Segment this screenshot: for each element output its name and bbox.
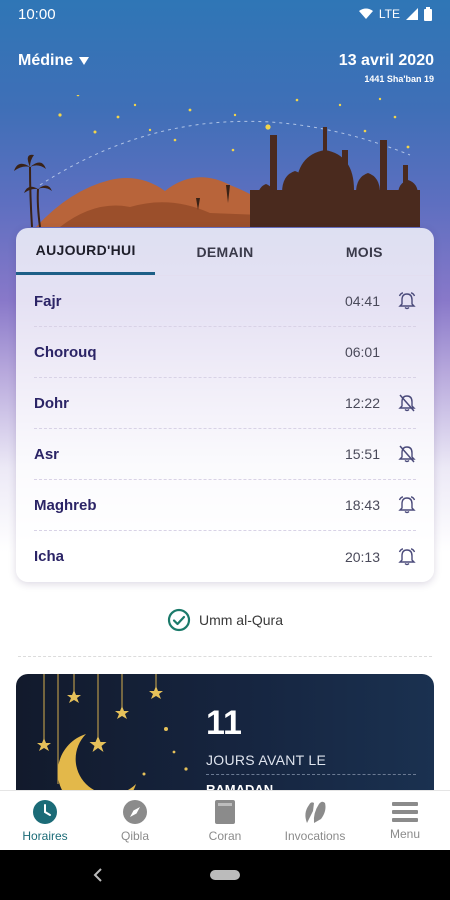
alarm-none xyxy=(398,343,416,361)
prayer-time: 04:41 xyxy=(344,293,380,309)
prayer-time: 20:13 xyxy=(344,548,380,565)
alarm-on-icon[interactable] xyxy=(398,547,416,566)
ramadan-countdown-card[interactable]: 11 JOURS AVANT LE RAMADAN xyxy=(16,674,434,809)
battery-icon xyxy=(424,7,432,21)
tab-tomorrow[interactable]: DEMAIN xyxy=(155,228,294,275)
check-circle-icon xyxy=(167,608,191,632)
prayer-name: Chorouq xyxy=(34,343,97,361)
day-tabs: AUJOURD'HUI DEMAIN MOIS xyxy=(16,228,434,276)
tab-month[interactable]: MOIS xyxy=(295,228,434,275)
calculation-method-label: Umm al-Qura xyxy=(198,612,283,628)
compass-icon xyxy=(123,799,147,824)
days-count: 11 xyxy=(206,704,242,742)
prayer-times-card: AUJOURD'HUI DEMAIN MOIS Fajr 04:41 Chorouq… xyxy=(16,228,434,582)
days-before-label: JOURS AVANT LE xyxy=(206,752,327,768)
prayer-time: 15:51 xyxy=(344,446,380,462)
signal-icon xyxy=(406,8,418,20)
prayer-name: Maghreb xyxy=(34,496,97,514)
nav-label-coran: Coran xyxy=(208,828,242,843)
prayer-name: Asr xyxy=(34,445,60,463)
nav-qibla[interactable]: Qibla xyxy=(90,791,180,850)
book-icon xyxy=(215,799,235,824)
menu-icon xyxy=(392,801,418,822)
wifi-icon xyxy=(358,8,373,19)
gregorian-date: 13 avril 2020 xyxy=(338,52,434,69)
network-type: LTE xyxy=(378,7,400,21)
prayer-name: Fajr xyxy=(34,292,62,310)
alarm-off-icon[interactable] xyxy=(398,394,416,412)
prayer-row-fajr[interactable]: Fajr 04:41 xyxy=(34,276,416,327)
prayer-time: 12:22 xyxy=(344,395,380,411)
section-divider xyxy=(18,656,432,657)
back-icon[interactable] xyxy=(92,868,104,882)
nav-label-horaires: Horaires xyxy=(22,828,68,843)
hijri-date: 1441 Sha'ban 19 xyxy=(364,74,434,84)
nav-horaires[interactable]: Horaires xyxy=(0,791,90,850)
nav-label-invocations: Invocations xyxy=(284,828,346,843)
alarm-on-icon[interactable] xyxy=(398,496,416,514)
prayer-name: Icha xyxy=(34,548,65,565)
city-selector[interactable]: Médine xyxy=(18,52,90,70)
clock-icon xyxy=(33,799,57,824)
nav-coran[interactable]: Coran xyxy=(180,791,270,850)
status-time: 10:00 xyxy=(18,5,56,23)
calculation-method[interactable]: Umm al-Qura xyxy=(0,608,450,632)
prayer-list: Fajr 04:41 Chorouq 06:01 Dohr 12:22 Asr 15:51 Ma… xyxy=(16,276,434,582)
nav-menu[interactable]: Menu xyxy=(360,791,450,850)
prayer-row-dohr[interactable]: Dohr 12:22 xyxy=(34,378,416,429)
date-block: 13 avril 2020 1441 Sha'ban 19 xyxy=(339,52,434,84)
prayer-name: Dohr xyxy=(34,394,69,412)
nav-label-menu: Menu xyxy=(389,826,421,841)
caret-down-icon xyxy=(79,57,90,65)
prayer-time: 18:43 xyxy=(344,497,380,513)
crescent-moon-stars-illustration xyxy=(37,674,188,809)
promo-divider xyxy=(206,774,416,775)
home-pill[interactable] xyxy=(210,870,240,880)
prayer-row-chorouq[interactable]: Chorouq 06:01 xyxy=(34,327,416,378)
nav-invocations[interactable]: Invocations xyxy=(270,791,360,850)
bottom-navigation: Horaires Qibla Coran Invocations Menu xyxy=(0,790,450,850)
system-navigation-bar xyxy=(0,850,450,900)
status-bar: 10:00 LTE xyxy=(0,0,450,28)
prayer-row-maghreb[interactable]: Maghreb 18:43 xyxy=(34,480,416,531)
nav-label-qibla: Qibla xyxy=(120,828,149,843)
city-name: Médine xyxy=(18,52,74,69)
alarm-off-icon[interactable] xyxy=(398,445,416,463)
alarm-on-icon[interactable] xyxy=(398,292,416,310)
hands-icon xyxy=(305,801,326,823)
prayer-time: 06:01 xyxy=(344,344,380,360)
mosque-landscape-illustration xyxy=(14,95,420,228)
tab-today[interactable]: AUJOURD'HUI xyxy=(16,228,156,275)
prayer-row-asr[interactable]: Asr 15:51 xyxy=(34,429,416,480)
prayer-row-icha[interactable]: Icha 20:13 xyxy=(34,531,416,582)
